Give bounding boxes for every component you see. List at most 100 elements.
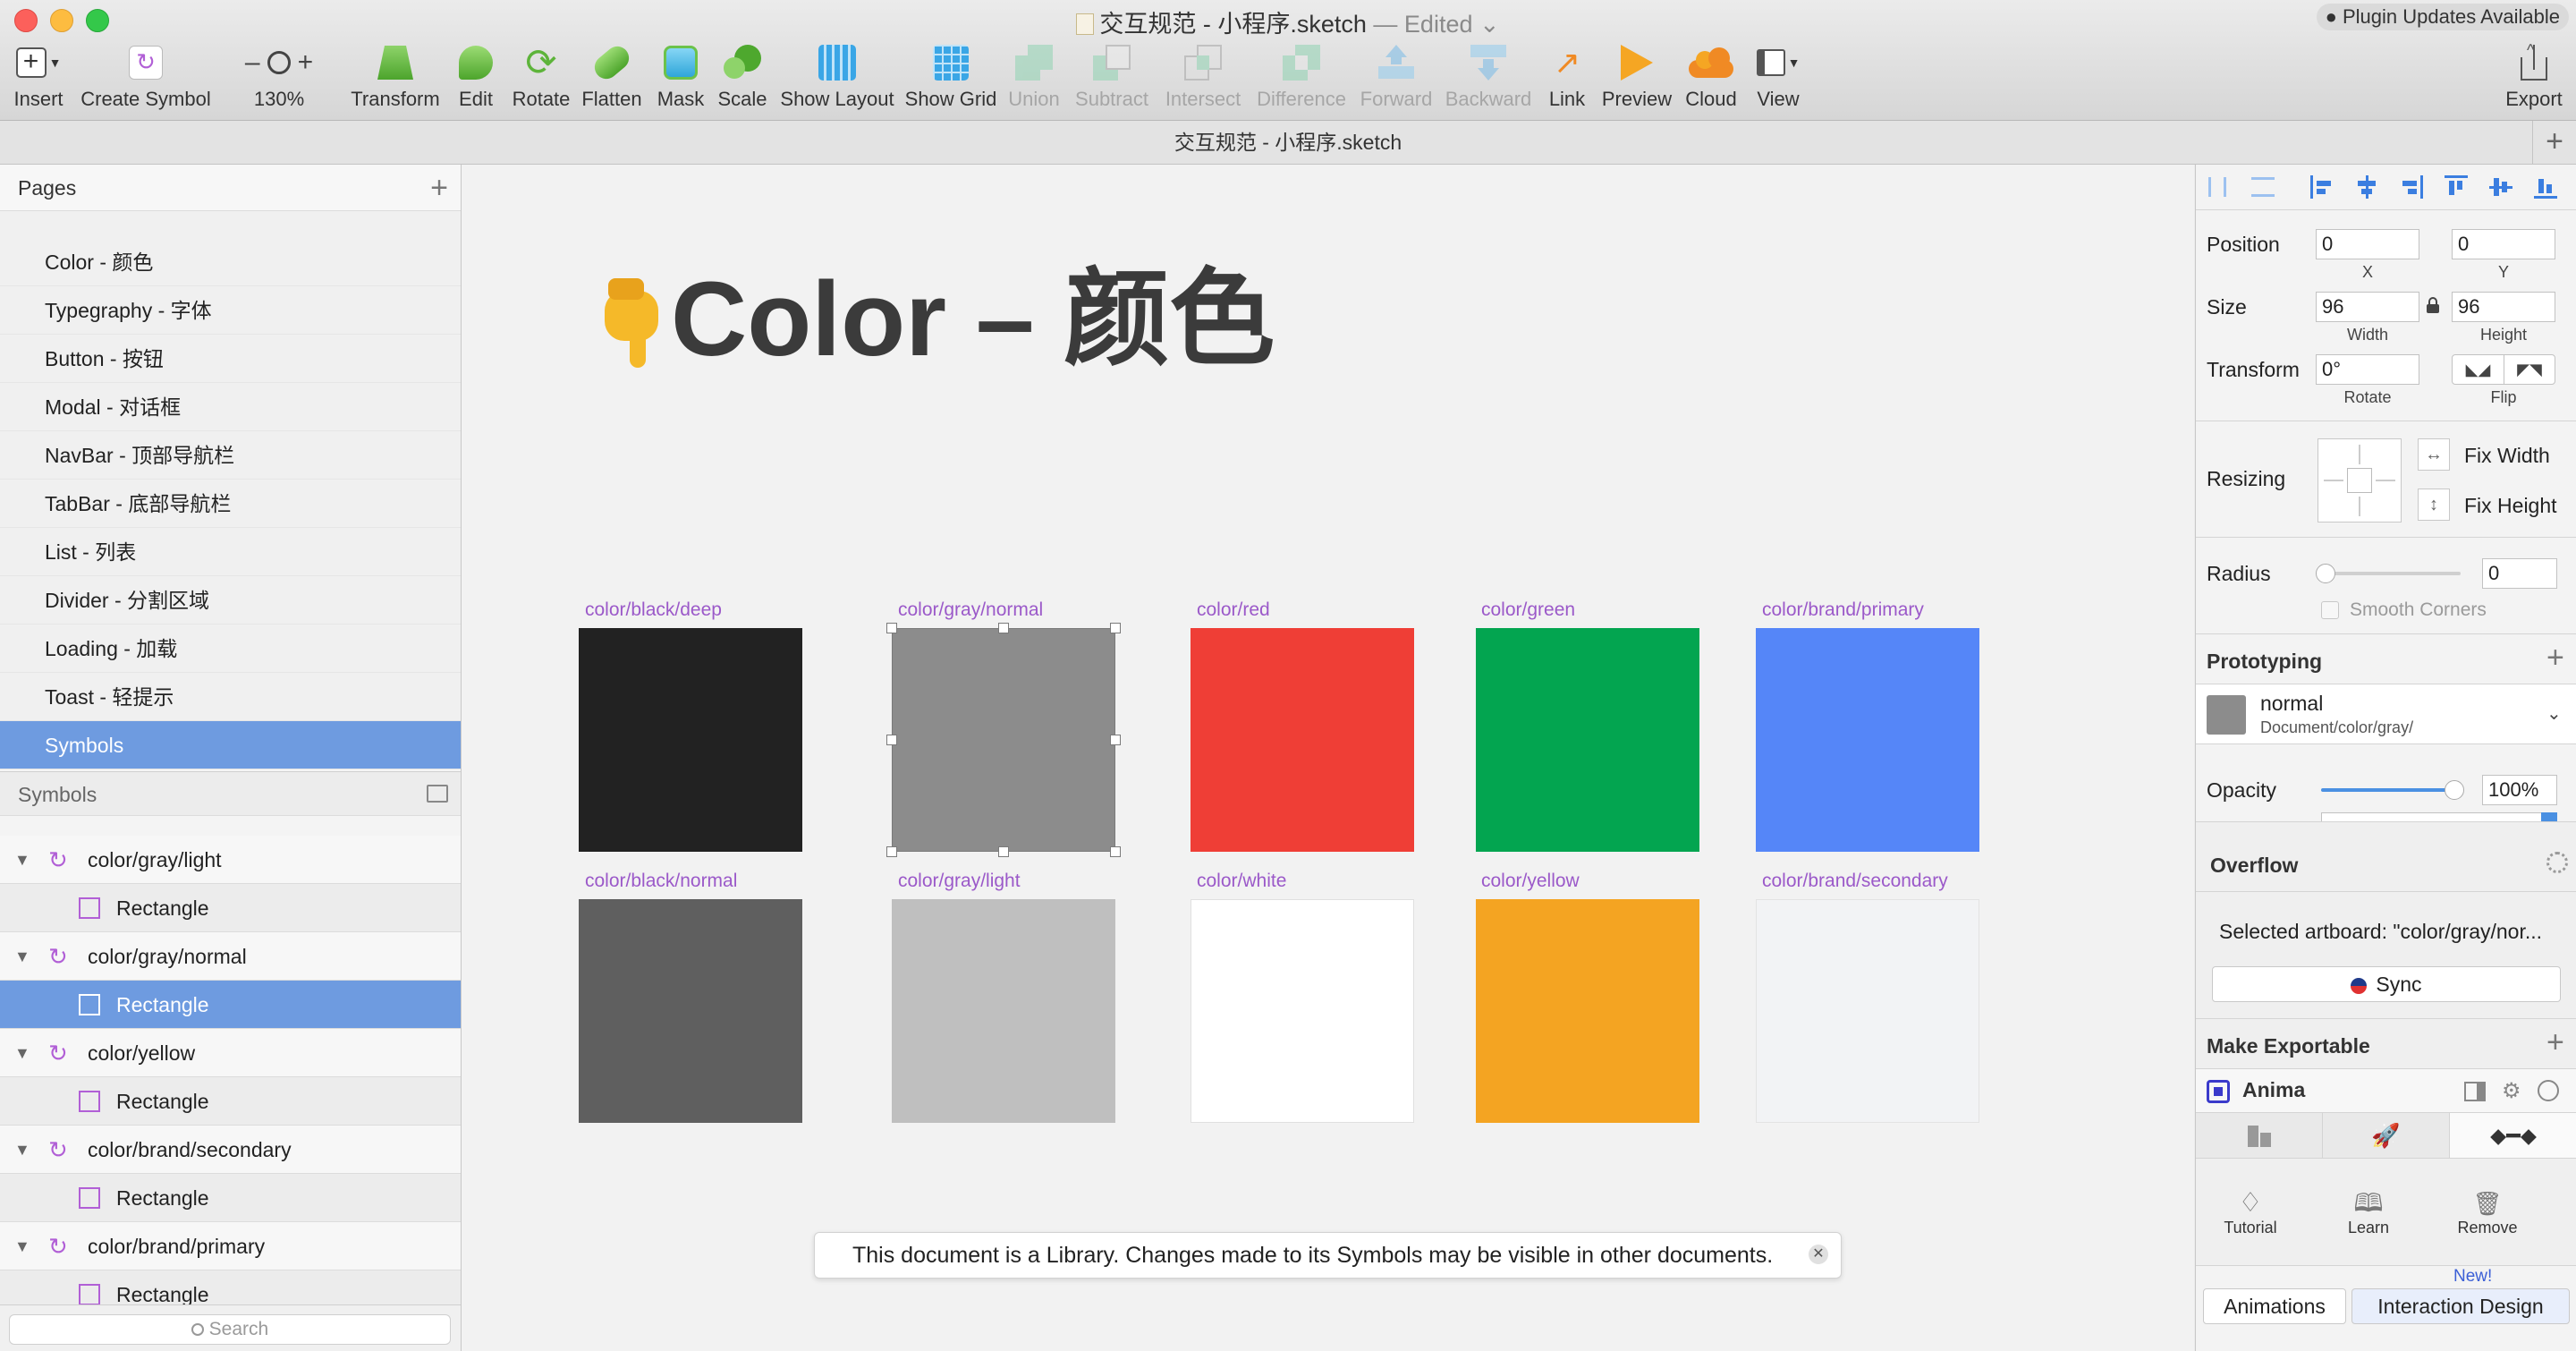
add-export-button[interactable]: + — [2546, 1025, 2564, 1060]
sync-button[interactable]: Sync — [2212, 966, 2561, 1002]
shared-style-row[interactable]: normal Document/color/gray/ ⌄ — [2196, 684, 2576, 744]
preview-button[interactable]: Preview — [1599, 39, 1674, 111]
layer-rectangle[interactable]: Rectangle — [0, 1174, 461, 1222]
difference-button[interactable]: Difference — [1252, 39, 1351, 111]
artboard-label[interactable]: color/yellow — [1481, 871, 1580, 892]
page-item[interactable]: NavBar - 顶部导航栏 — [0, 431, 461, 480]
edit-button[interactable]: Edit — [449, 39, 503, 111]
page-item[interactable]: Toast - 轻提示 — [0, 673, 461, 721]
layer-rectangle[interactable]: Rectangle — [0, 884, 461, 932]
align-right-icon[interactable] — [2400, 175, 2423, 199]
page-item-partial[interactable] — [0, 211, 461, 239]
align-center-icon[interactable] — [2355, 175, 2378, 199]
rotate-button[interactable]: ⟳ Rotate — [510, 39, 572, 111]
align-left-icon[interactable] — [2310, 175, 2334, 199]
disclosure-triangle-icon[interactable]: ▼ — [14, 1126, 30, 1174]
height-field[interactable]: 96 — [2452, 292, 2555, 322]
tab-launch[interactable]: 🚀 — [2323, 1113, 2450, 1158]
smooth-corners-checkbox[interactable] — [2321, 601, 2339, 619]
color-swatch[interactable] — [1191, 899, 1414, 1123]
artboard-label[interactable]: color/black/normal — [585, 871, 737, 892]
resize-handle[interactable] — [998, 623, 1009, 633]
zoom-control[interactable]: – + 130% — [229, 39, 329, 111]
artboard-label[interactable]: color/gray/light — [898, 871, 1021, 892]
disclosure-triangle-icon[interactable]: ▼ — [14, 1222, 30, 1270]
panel-toggle-icon[interactable] — [2464, 1082, 2486, 1101]
tab-layout[interactable] — [2196, 1113, 2323, 1158]
align-middle-icon[interactable] — [2489, 175, 2512, 199]
y-field[interactable]: 0 — [2452, 229, 2555, 259]
color-swatch[interactable] — [1191, 628, 1414, 852]
show-layout-button[interactable]: Show Layout — [780, 39, 894, 111]
flatten-button[interactable]: Flatten — [578, 39, 646, 111]
artboard-label[interactable]: color/brand/primary — [1762, 599, 1924, 621]
fix-width-label[interactable]: Fix Width — [2464, 444, 2550, 468]
disclosure-triangle-icon[interactable]: ▼ — [14, 1029, 30, 1077]
align-top-icon[interactable] — [2445, 175, 2468, 199]
resize-handle[interactable] — [886, 735, 897, 745]
close-icon[interactable]: ✕ — [1809, 1245, 1828, 1264]
lock-icon[interactable] — [2427, 297, 2439, 313]
subtract-button[interactable]: Subtract — [1070, 39, 1154, 111]
page-item[interactable]: Button - 按钮 — [0, 335, 461, 383]
artboard-label[interactable]: color/brand/secondary — [1762, 871, 1948, 892]
compass-icon[interactable] — [2538, 1080, 2559, 1101]
show-grid-button[interactable]: Show Grid — [903, 39, 998, 111]
align-bottom-icon[interactable] — [2534, 175, 2557, 199]
width-field[interactable]: 96 — [2316, 292, 2419, 322]
resize-handle[interactable] — [886, 623, 897, 633]
artboard-label[interactable]: color/red — [1197, 599, 1270, 621]
plugin-updates-badge[interactable]: ● Plugin Updates Available — [2316, 4, 2569, 30]
color-swatch[interactable] — [579, 628, 802, 852]
insert-button[interactable]: + ▼ Insert — [5, 39, 72, 111]
flip-vertical-icon[interactable]: ◤◥ — [2504, 355, 2555, 384]
transform-button[interactable]: Transform — [351, 39, 440, 111]
page-item[interactable]: Modal - 对话框 — [0, 383, 461, 431]
remove-button[interactable]: 🗑 Remove — [2452, 1188, 2523, 1237]
distribute-horizontal-icon[interactable] — [2208, 177, 2226, 197]
page-item[interactable]: Divider - 分割区域 — [0, 576, 461, 625]
layer-rectangle-selected[interactable]: Rectangle — [0, 981, 461, 1029]
union-button[interactable]: Union — [1005, 39, 1063, 111]
x-field[interactable]: 0 — [2316, 229, 2419, 259]
settings-icon[interactable]: ⚙ — [2502, 1078, 2521, 1104]
view-button[interactable]: ▼ View — [1750, 39, 1807, 111]
layer-symbol[interactable]: ▼ ↻ color/brand/primary — [0, 1222, 461, 1270]
chevron-down-icon[interactable]: ⌄ — [1479, 11, 1500, 38]
layer-rectangle[interactable]: Rectangle — [0, 1077, 461, 1126]
new-tab-button[interactable]: + — [2532, 121, 2576, 164]
color-swatch[interactable] — [1476, 899, 1699, 1123]
disclosure-triangle-icon[interactable]: ▼ — [14, 932, 30, 981]
export-button[interactable]: ^ Export — [2497, 39, 2571, 111]
disclosure-triangle-icon[interactable]: ▼ — [14, 836, 30, 884]
animations-button[interactable]: Animations — [2203, 1288, 2346, 1324]
color-swatch[interactable] — [892, 899, 1115, 1123]
link-button[interactable]: ↗ Link — [1540, 39, 1594, 111]
color-swatch[interactable] — [579, 899, 802, 1123]
resize-handle[interactable] — [1110, 623, 1121, 633]
add-page-button[interactable]: + — [430, 165, 448, 211]
artboard-label[interactable]: color/black/deep — [585, 599, 722, 621]
zoom-in-button[interactable]: + — [298, 47, 314, 78]
color-swatch[interactable] — [1476, 628, 1699, 852]
page-item[interactable]: Typegraphy - 字体 — [0, 286, 461, 335]
layer-symbol[interactable]: ▼ ↻ color/gray/light — [0, 836, 461, 884]
opacity-slider-track[interactable] — [2321, 788, 2455, 792]
learn-button[interactable]: 🕮 Learn — [2337, 1188, 2400, 1237]
gear-icon[interactable] — [2546, 852, 2568, 873]
page-item[interactable]: TabBar - 底部导航栏 — [0, 480, 461, 528]
cloud-button[interactable]: Cloud — [1680, 39, 1742, 111]
artboard-label[interactable]: color/green — [1481, 599, 1575, 621]
add-prototyping-button[interactable]: + — [2546, 641, 2564, 676]
create-symbol-button[interactable]: ↻ Create Symbol — [79, 39, 213, 111]
backward-button[interactable]: Backward — [1442, 39, 1535, 111]
interaction-design-button[interactable]: Interaction Design — [2351, 1288, 2570, 1324]
color-swatch[interactable] — [1756, 899, 1979, 1123]
resize-handle[interactable] — [1110, 846, 1121, 857]
radius-slider-thumb[interactable] — [2316, 564, 2335, 583]
mask-button[interactable]: Mask — [651, 39, 710, 111]
resize-handle[interactable] — [886, 846, 897, 857]
artboard-label[interactable]: color/white — [1197, 871, 1286, 892]
page-heading[interactable]: Color – 颜色 — [599, 233, 1275, 386]
rotate-field[interactable]: 0° — [2316, 354, 2419, 385]
